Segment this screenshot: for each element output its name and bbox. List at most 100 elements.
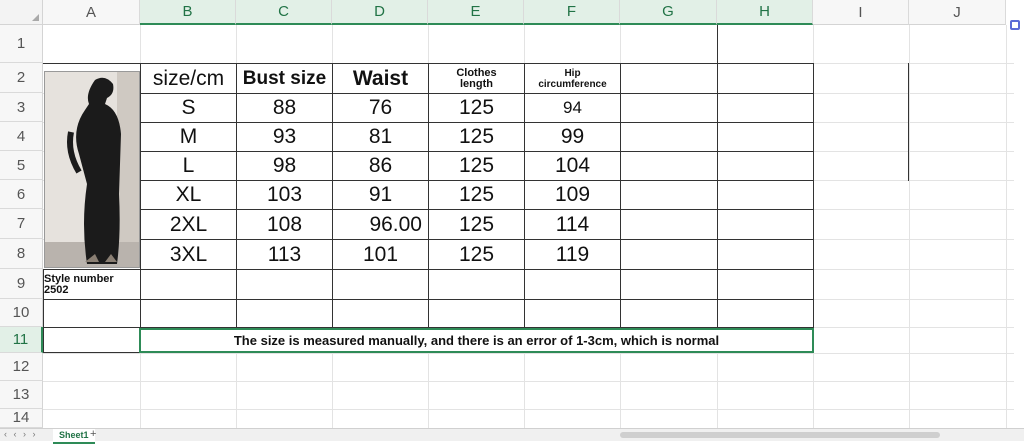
header-size-cm[interactable]: size/cm (140, 63, 237, 94)
size-cell[interactable]: 3XL (140, 239, 237, 270)
waist-cell[interactable]: 101 (332, 239, 429, 270)
side-panel-icon[interactable] (1010, 20, 1020, 30)
hip-cell[interactable]: 109 (524, 180, 621, 210)
hip-cell[interactable]: 104 (524, 151, 621, 181)
empty-cell[interactable] (332, 269, 429, 300)
sheet-tab-sheet1[interactable]: Sheet1 (53, 429, 95, 444)
empty-cell[interactable] (620, 209, 718, 240)
waist-cell[interactable]: 91 (332, 180, 429, 210)
bust-cell[interactable]: 98 (236, 151, 333, 181)
gridline (909, 25, 910, 429)
empty-cell[interactable] (717, 269, 814, 300)
length-cell[interactable]: 125 (428, 180, 525, 210)
hip-cell[interactable]: 114 (524, 209, 621, 240)
hip-cell[interactable]: 119 (524, 239, 621, 270)
length-cell[interactable]: 125 (428, 151, 525, 181)
size-cell[interactable]: XL (140, 180, 237, 210)
hip-cell[interactable]: 94 (524, 93, 621, 123)
product-photo[interactable] (44, 71, 140, 268)
header-clothes-length[interactable]: Clothes length (428, 63, 525, 94)
select-all-corner[interactable] (0, 0, 43, 25)
size-cell[interactable]: M (140, 122, 237, 152)
column-header-e[interactable]: E (428, 0, 524, 25)
waist-cell[interactable]: 86 (332, 151, 429, 181)
empty-cell[interactable] (620, 122, 718, 152)
empty-cell[interactable] (140, 299, 237, 328)
empty-cell[interactable] (428, 269, 525, 300)
row-header-12[interactable]: 12 (0, 353, 43, 381)
sheet-nav-arrows[interactable]: ‹ ‹ › › (4, 429, 38, 439)
empty-cell[interactable] (717, 93, 814, 123)
empty-cell[interactable] (717, 299, 814, 328)
bust-cell[interactable]: 108 (236, 209, 333, 240)
measurement-note-cell[interactable]: The size is measured manually, and there… (139, 328, 814, 353)
column-header-d[interactable]: D (332, 0, 428, 25)
empty-cell[interactable] (717, 122, 814, 152)
length-cell[interactable]: 125 (428, 122, 525, 152)
add-sheet-button[interactable]: + (90, 428, 96, 440)
row-header-9[interactable]: 9 (0, 269, 43, 299)
length-cell[interactable]: 125 (428, 209, 525, 240)
gridline (43, 353, 1014, 354)
empty-cell[interactable] (620, 63, 718, 94)
empty-cell[interactable] (717, 151, 814, 181)
row-header-1[interactable]: 1 (0, 25, 43, 63)
column-header-h[interactable]: H (717, 0, 813, 25)
size-cell[interactable]: L (140, 151, 237, 181)
row-header-8[interactable]: 8 (0, 239, 43, 269)
bust-cell[interactable]: 103 (236, 180, 333, 210)
empty-cell[interactable] (524, 269, 621, 300)
row-header-4[interactable]: 4 (0, 122, 43, 151)
empty-cell[interactable] (524, 299, 621, 328)
title-cell-row1[interactable] (43, 25, 718, 64)
column-header-a[interactable]: A (43, 0, 140, 25)
length-cell[interactable]: 125 (428, 93, 525, 123)
waist-cell[interactable]: 76 (332, 93, 429, 123)
size-cell[interactable]: S (140, 93, 237, 123)
row-header-14[interactable]: 14 (0, 409, 43, 428)
column-header-b[interactable]: B (140, 0, 236, 25)
header-bust-size[interactable]: Bust size (236, 63, 333, 94)
empty-cell[interactable] (620, 269, 718, 300)
row-header-13[interactable]: 13 (0, 381, 43, 409)
empty-cell[interactable] (717, 180, 814, 210)
empty-cell[interactable] (236, 269, 333, 300)
bust-cell[interactable]: 113 (236, 239, 333, 270)
empty-cell[interactable] (717, 63, 814, 94)
empty-cell[interactable] (717, 209, 814, 240)
horizontal-scrollbar[interactable] (620, 432, 940, 438)
column-header-c[interactable]: C (236, 0, 332, 25)
column-header-j[interactable]: J (909, 0, 1006, 25)
empty-cell[interactable] (620, 180, 718, 210)
row-header-3[interactable]: 3 (0, 93, 43, 122)
header-waist[interactable]: Waist (332, 63, 429, 94)
empty-cell[interactable] (620, 299, 718, 328)
header-hip-circumference[interactable]: Hip circumference (524, 63, 621, 94)
column-header-f[interactable]: F (524, 0, 620, 25)
waist-cell[interactable]: 81 (332, 122, 429, 152)
row-header-5[interactable]: 5 (0, 151, 43, 180)
empty-cell[interactable] (236, 299, 333, 328)
empty-cell[interactable] (140, 269, 237, 300)
empty-cell[interactable] (620, 239, 718, 270)
bust-cell[interactable]: 88 (236, 93, 333, 123)
empty-cell[interactable] (43, 299, 141, 328)
empty-cell[interactable] (332, 299, 429, 328)
empty-cell[interactable] (43, 327, 141, 353)
column-header-g[interactable]: G (620, 0, 717, 25)
empty-cell[interactable] (620, 93, 718, 123)
column-header-i[interactable]: I (813, 0, 909, 25)
row-header-2[interactable]: 2 (0, 63, 43, 93)
empty-cell[interactable] (620, 151, 718, 181)
hip-cell[interactable]: 99 (524, 122, 621, 152)
empty-cell[interactable] (428, 299, 525, 328)
bust-cell[interactable]: 93 (236, 122, 333, 152)
row-header-10[interactable]: 10 (0, 299, 43, 327)
row-header-11[interactable]: 11 (0, 327, 43, 353)
empty-cell[interactable] (717, 239, 814, 270)
length-cell[interactable]: 125 (428, 239, 525, 270)
size-cell[interactable]: 2XL (140, 209, 237, 240)
waist-cell[interactable]: 96.00 (332, 209, 429, 240)
row-header-7[interactable]: 7 (0, 209, 43, 239)
row-header-6[interactable]: 6 (0, 180, 43, 209)
